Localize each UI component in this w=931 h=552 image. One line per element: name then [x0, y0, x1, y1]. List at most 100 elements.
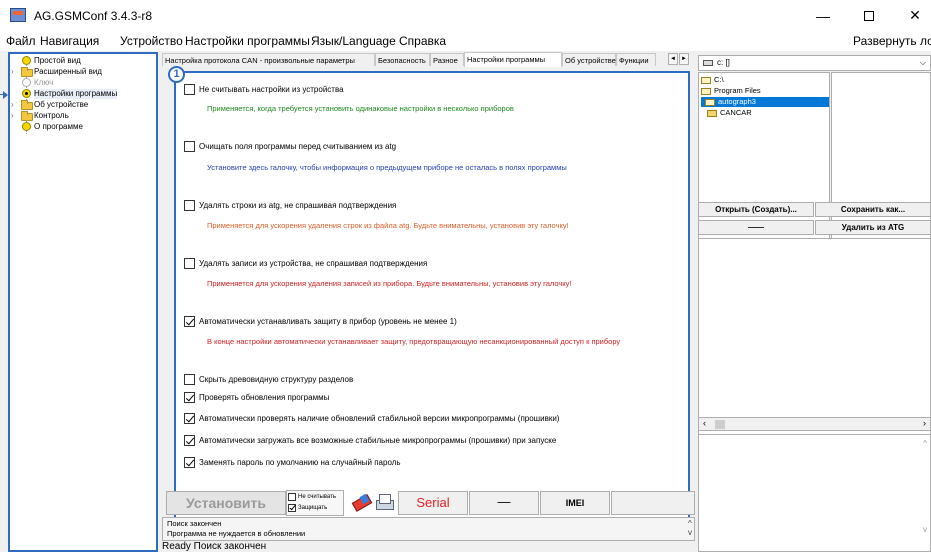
option-check-firmware[interactable]: Автоматически проверять наличие обновлен… [184, 413, 559, 424]
option-description: В конце настройки автоматически устанавл… [207, 337, 621, 346]
expand-log-button[interactable]: Развернуть лог [853, 34, 931, 48]
chevron-right-icon[interactable]: › [11, 111, 14, 121]
save-as-button[interactable]: Сохранить как... [815, 202, 931, 217]
checkbox[interactable] [184, 200, 195, 211]
tab-scroll-right-button[interactable]: ► [679, 53, 689, 65]
checkbox[interactable] [184, 141, 195, 152]
node-bullet-icon [22, 56, 31, 65]
tree-item-program-settings[interactable]: Настройки программы [10, 89, 150, 99]
serial-button[interactable]: Serial [398, 491, 468, 515]
tree-item-about-device[interactable]: › Об устройстве [10, 100, 150, 110]
option-label: Удалять строки из atg, не спрашивая подт… [199, 201, 397, 210]
protect-checkbox[interactable]: Защищать [288, 504, 327, 512]
read-protect-options: Не считывать Защищать [286, 490, 344, 516]
scroll-thumb[interactable] [715, 420, 725, 429]
option-clear-fields[interactable]: Очищать поля программы перед считыванием… [184, 141, 396, 152]
dash-button[interactable]: — [469, 491, 539, 515]
window-title: AG.GSMConf 3.4.3-r8 [34, 9, 153, 23]
tree-item-label: Простой вид [34, 56, 81, 65]
menu-help[interactable]: Справка [399, 34, 446, 48]
tab-functions[interactable]: Функции [616, 53, 656, 66]
tab-misc[interactable]: Разное [430, 53, 464, 66]
tree-item-control[interactable]: › Контроль [10, 111, 150, 121]
tree-item-key[interactable]: Ключ [10, 78, 150, 88]
node-selected-icon [22, 89, 31, 98]
option-hide-tree[interactable]: Скрыть древовидную структуру разделов [184, 374, 353, 385]
tab-can-protocol[interactable]: Настройка протокола CAN - произвольные п… [162, 53, 375, 66]
tree-item-label: Контроль [34, 111, 69, 120]
tree-item-about-program[interactable]: О программе [10, 122, 150, 132]
tab-program-settings[interactable]: Настройки программы [464, 52, 562, 67]
log-box[interactable]: Поиск закончен Программа не нуждается в … [162, 517, 695, 541]
chevron-right-icon[interactable]: › [11, 100, 14, 110]
checkbox-checked[interactable] [184, 435, 195, 446]
drive-select[interactable]: c: [] ⌵ [698, 55, 931, 71]
title-bar: AG.GSMConf 3.4.3-r8 — ✕ [0, 0, 931, 31]
print-icon[interactable] [374, 492, 394, 512]
tree-item-label: Ключ [34, 78, 54, 87]
option-label: Автоматически устанавливать защиту в при… [199, 317, 457, 326]
arrow-right-icon [0, 90, 8, 100]
option-no-read-settings[interactable]: Не считывать настройки из устройства [184, 84, 344, 95]
horizontal-scrollbar[interactable]: ‹ › [698, 417, 931, 431]
scroll-up-icon[interactable]: ^ [923, 439, 927, 448]
navigation-tree: Простой вид › Расширенный вид Ключ Настр… [8, 52, 158, 552]
open-create-button[interactable]: Открыть (Создать)... [698, 202, 814, 217]
scroll-left-icon[interactable]: ‹ [703, 418, 706, 428]
tab-security[interactable]: Безопасность [375, 53, 430, 66]
eraser-icon[interactable] [351, 492, 371, 512]
tree-item-label: Расширенный вид [34, 67, 102, 76]
checkbox[interactable] [288, 493, 296, 501]
checkbox[interactable] [184, 258, 195, 269]
scroll-up-icon[interactable]: ^ [688, 519, 692, 528]
folder-icon [707, 109, 717, 117]
dir-item[interactable]: Program Files [701, 86, 765, 96]
checkbox-checked[interactable] [184, 316, 195, 327]
install-button[interactable]: Установить [166, 491, 286, 515]
scroll-right-icon[interactable]: › [923, 418, 926, 428]
option-delete-device-records[interactable]: Удалять записи из устройства, не спрашив… [184, 258, 427, 269]
option-label: Заменять пароль по умолчанию на случайны… [199, 458, 401, 467]
app-icon [10, 8, 26, 22]
checkbox[interactable] [184, 84, 195, 95]
checkbox-checked[interactable] [184, 413, 195, 424]
menu-language[interactable]: Язык/Language [311, 34, 396, 48]
dash-button[interactable]: —— [698, 220, 814, 235]
checkbox-checked[interactable] [288, 504, 296, 512]
log-scroll[interactable]: ^ v [688, 519, 692, 537]
no-read-checkbox[interactable]: Не считывать [288, 493, 336, 501]
minimize-button[interactable]: — [800, 0, 846, 31]
option-download-firmware[interactable]: Автоматически загружать все возможные ст… [184, 435, 556, 446]
dir-item[interactable]: C:\ [701, 75, 728, 85]
chevron-right-icon[interactable]: › [11, 67, 14, 77]
maximize-button[interactable] [846, 0, 892, 31]
dir-item[interactable]: CANCAR [707, 108, 756, 118]
toolbar-blank [611, 491, 695, 515]
tree-item-simple-view[interactable]: Простой вид [10, 56, 150, 66]
close-button[interactable]: ✕ [892, 0, 931, 31]
menu-program-settings[interactable]: Настройки программы [185, 34, 310, 48]
tree-item-extended-view[interactable]: › Расширенный вид [10, 67, 150, 77]
delete-from-atg-button[interactable]: Удалить из ATG [815, 220, 931, 235]
menu-file[interactable]: Файл [6, 34, 36, 48]
imei-button[interactable]: IMEI [540, 491, 610, 515]
protect-label: Защищать [298, 505, 328, 511]
option-delete-atg-rows[interactable]: Удалять строки из atg, не спрашивая подт… [184, 200, 396, 211]
scroll-down-icon[interactable]: v [923, 525, 927, 534]
checkbox[interactable] [184, 374, 195, 385]
option-check-updates[interactable]: Проверять обновления программы [184, 392, 329, 403]
menu-device[interactable]: Устройство [120, 34, 183, 48]
scroll-down-icon[interactable]: v [688, 528, 692, 537]
tab-about-device[interactable]: Об устройстве [562, 53, 616, 66]
checkbox-checked[interactable] [184, 392, 195, 403]
option-auto-protect[interactable]: Автоматически устанавливать защиту в при… [184, 316, 457, 327]
chevron-down-icon[interactable]: ⌵ [920, 56, 926, 70]
menu-navigation[interactable]: Навигация [40, 34, 99, 48]
dir-item-selected[interactable]: autograph3 [701, 97, 829, 107]
checkbox-checked[interactable] [184, 457, 195, 468]
option-random-password[interactable]: Заменять пароль по умолчанию на случайны… [184, 457, 401, 468]
option-label: Очищать поля программы перед считыванием… [199, 142, 397, 151]
tab-scroll-left-button[interactable]: ◄ [668, 53, 678, 65]
log-detail-view[interactable]: ^ v [698, 434, 931, 552]
folder-icon [21, 100, 33, 110]
